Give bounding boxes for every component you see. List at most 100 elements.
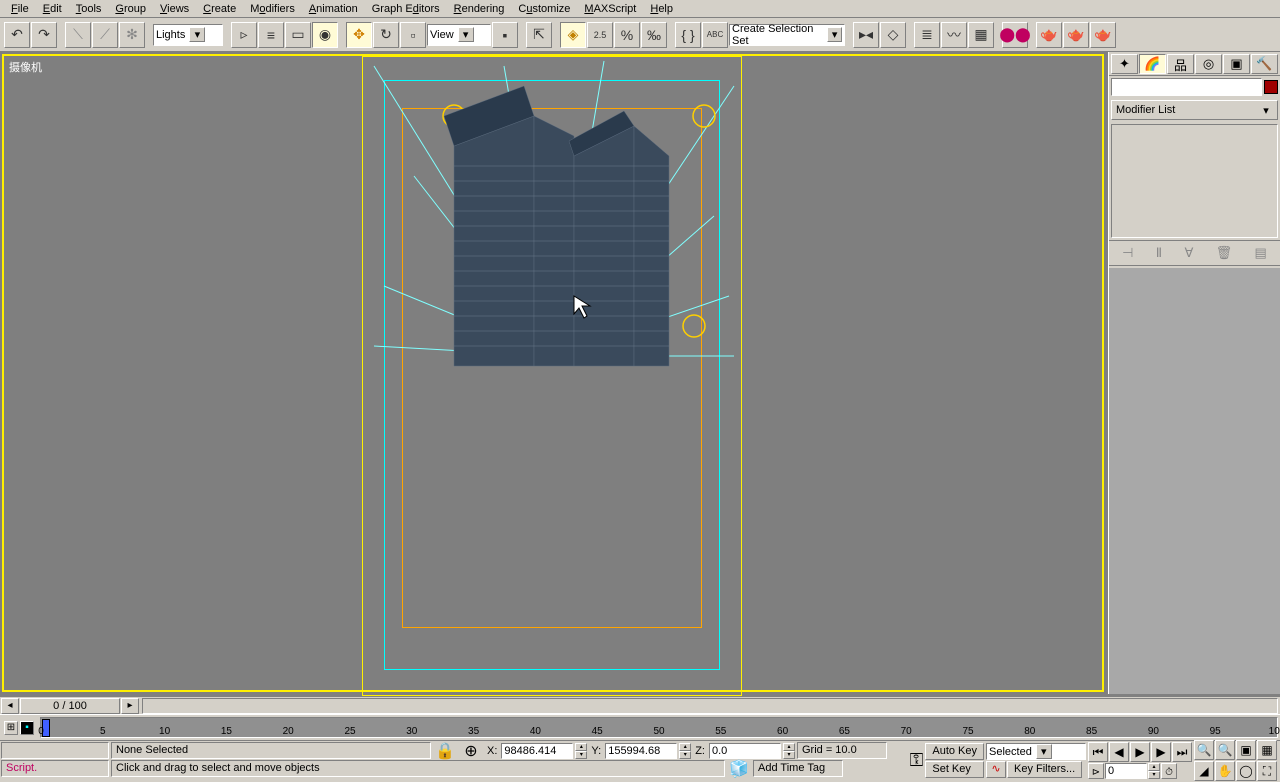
set-key-button[interactable]: Set Key — [925, 761, 984, 778]
scale-button[interactable]: ▫ — [400, 22, 426, 48]
object-name-input[interactable] — [1111, 78, 1262, 96]
menu-group[interactable]: Group — [108, 2, 153, 16]
track-mode-icon[interactable]: ▪ — [20, 721, 34, 735]
x-input[interactable]: 98486.414 — [501, 743, 573, 759]
time-prev-button[interactable]: ◂ — [1, 698, 19, 714]
y-input[interactable]: 155994.68 — [605, 743, 677, 759]
spinner-snap-button[interactable]: ‰ — [641, 22, 667, 48]
pin-stack-icon[interactable]: ⊣ — [1122, 245, 1133, 261]
menu-edit[interactable]: Edit — [36, 2, 69, 16]
z-input[interactable]: 0.0 — [709, 743, 781, 759]
menu-customize[interactable]: Customize — [511, 2, 577, 16]
key-mode-dropdown[interactable]: Selected▾ — [986, 743, 1086, 760]
time-track[interactable] — [142, 698, 1278, 714]
menu-file[interactable]: File — [4, 2, 36, 16]
link-button[interactable]: ⟍ — [65, 22, 91, 48]
script-label[interactable]: Script. — [1, 760, 109, 777]
z-spinner[interactable]: ▴▾ — [783, 743, 795, 759]
menu-modifiers[interactable]: Modifiers — [243, 2, 302, 16]
modifier-list-dropdown[interactable]: Modifier List▾ — [1111, 100, 1278, 120]
play-button[interactable]: ▶ — [1130, 742, 1150, 762]
pan-button[interactable]: ✋ — [1215, 761, 1235, 781]
track-filter-icon[interactable]: ⊞ — [4, 721, 18, 735]
maxscript-mini-listener[interactable] — [1, 742, 109, 759]
isolate-icon[interactable]: 🧊 — [727, 759, 751, 779]
zoom-extents-button[interactable]: ▣ — [1236, 740, 1256, 760]
edit-sets-button[interactable]: ABC — [702, 22, 728, 48]
key-filters-button[interactable]: Key Filters... — [1007, 761, 1082, 778]
menu-views[interactable]: Views — [153, 2, 196, 16]
named-sets-button[interactable]: { } — [675, 22, 701, 48]
snap-toggle-button[interactable]: ◈ — [560, 22, 586, 48]
tab-hierarchy[interactable]: 品 — [1167, 54, 1194, 74]
ref-coord-dropdown[interactable]: View▾ — [427, 24, 491, 46]
menu-help[interactable]: Help — [643, 2, 680, 16]
prev-frame-button[interactable]: ◀ — [1109, 742, 1129, 762]
add-time-tag[interactable]: Add Time Tag — [753, 760, 843, 777]
percent-snap-button[interactable]: % — [614, 22, 640, 48]
select-rect-button[interactable]: ▭ — [285, 22, 311, 48]
tab-utilities[interactable]: 🔨 — [1251, 54, 1278, 74]
unlink-button[interactable]: ⟋ — [92, 22, 118, 48]
tab-motion[interactable]: ◎ — [1195, 54, 1222, 74]
show-end-result-icon[interactable]: Ⅱ — [1156, 245, 1162, 261]
zoom-extents-all-button[interactable]: ▦ — [1257, 740, 1277, 760]
tab-modify[interactable]: 🌈 — [1139, 54, 1166, 74]
transform-type-icon[interactable]: ⊕ — [459, 741, 483, 761]
time-config-button[interactable]: ⏱ — [1161, 763, 1177, 779]
select-region-button[interactable]: ◉ — [312, 22, 338, 48]
remove-modifier-icon[interactable]: 🗑 — [1216, 245, 1233, 261]
bind-button[interactable]: ✻ — [119, 22, 145, 48]
object-color-swatch[interactable] — [1264, 80, 1278, 94]
zoom-button[interactable]: 🔍 — [1194, 740, 1214, 760]
move-button[interactable]: ✥ — [346, 22, 372, 48]
menu-create[interactable]: Create — [196, 2, 243, 16]
menu-maxscript[interactable]: MAXScript — [577, 2, 643, 16]
undo-button[interactable]: ↶ — [4, 22, 30, 48]
angle-snap-button[interactable]: 2.5 — [587, 22, 613, 48]
y-spinner[interactable]: ▴▾ — [679, 743, 691, 759]
render-scene-button[interactable]: 🫖 — [1036, 22, 1062, 48]
selection-filter-dropdown[interactable]: Lights▾ — [153, 24, 223, 46]
manipulate-button[interactable]: ⇱ — [526, 22, 552, 48]
select-button[interactable]: ▹ — [231, 22, 257, 48]
menu-graph-editors[interactable]: Graph Editors — [365, 2, 447, 16]
goto-end-button[interactable]: ⏭ — [1172, 742, 1192, 762]
fov-button[interactable]: ◢ — [1194, 761, 1214, 781]
viewport-label[interactable]: 摄像机 — [6, 58, 45, 76]
viewport[interactable]: 摄像机 — [0, 52, 1108, 694]
auto-key-button[interactable]: Auto Key — [925, 743, 984, 760]
menu-tools[interactable]: Tools — [69, 2, 109, 16]
select-by-name-button[interactable]: ≡ — [258, 22, 284, 48]
time-next-button[interactable]: ▸ — [121, 698, 139, 714]
maximize-viewport-button[interactable]: ⛶ — [1257, 761, 1277, 781]
tab-create[interactable]: ✦ — [1111, 54, 1138, 74]
goto-start-button[interactable]: ⏮ — [1088, 742, 1108, 762]
mirror-button[interactable]: ▸◂ — [853, 22, 879, 48]
time-position[interactable]: 0 / 100 — [20, 698, 120, 714]
time-ruler[interactable]: 0510152025303540455055606570758085909510… — [40, 717, 1278, 738]
zoom-all-button[interactable]: 🔍 — [1215, 740, 1235, 760]
material-editor-button[interactable]: ⬤⬤ — [1002, 22, 1028, 48]
lock-icon[interactable]: 🔒 — [433, 741, 457, 761]
menu-animation[interactable]: Animation — [302, 2, 365, 16]
selection-set-dropdown[interactable]: Create Selection Set▾ — [729, 24, 845, 46]
rotate-button[interactable]: ↻ — [373, 22, 399, 48]
orbit-button[interactable]: ◯ — [1236, 761, 1256, 781]
align-button[interactable]: ◇ — [880, 22, 906, 48]
x-spinner[interactable]: ▴▾ — [575, 743, 587, 759]
tab-display[interactable]: ▣ — [1223, 54, 1250, 74]
frame-spinner[interactable]: ▴▾ — [1148, 763, 1160, 779]
schematic-button[interactable]: ▦ — [968, 22, 994, 48]
pivot-button[interactable]: ▪ — [492, 22, 518, 48]
modifier-stack[interactable] — [1111, 124, 1278, 238]
curve-editor-button[interactable]: 〰 — [941, 22, 967, 48]
menu-rendering[interactable]: Rendering — [447, 2, 512, 16]
redo-button[interactable]: ↷ — [31, 22, 57, 48]
next-frame-button[interactable]: ▶ — [1151, 742, 1171, 762]
current-frame-input[interactable]: 0 — [1105, 763, 1147, 779]
configure-sets-icon[interactable]: ▤ — [1254, 245, 1266, 261]
key-tangent-button[interactable]: ∿ — [986, 761, 1006, 778]
quick-render-button[interactable]: 🫖 — [1063, 22, 1089, 48]
make-unique-icon[interactable]: ∀ — [1184, 245, 1193, 261]
